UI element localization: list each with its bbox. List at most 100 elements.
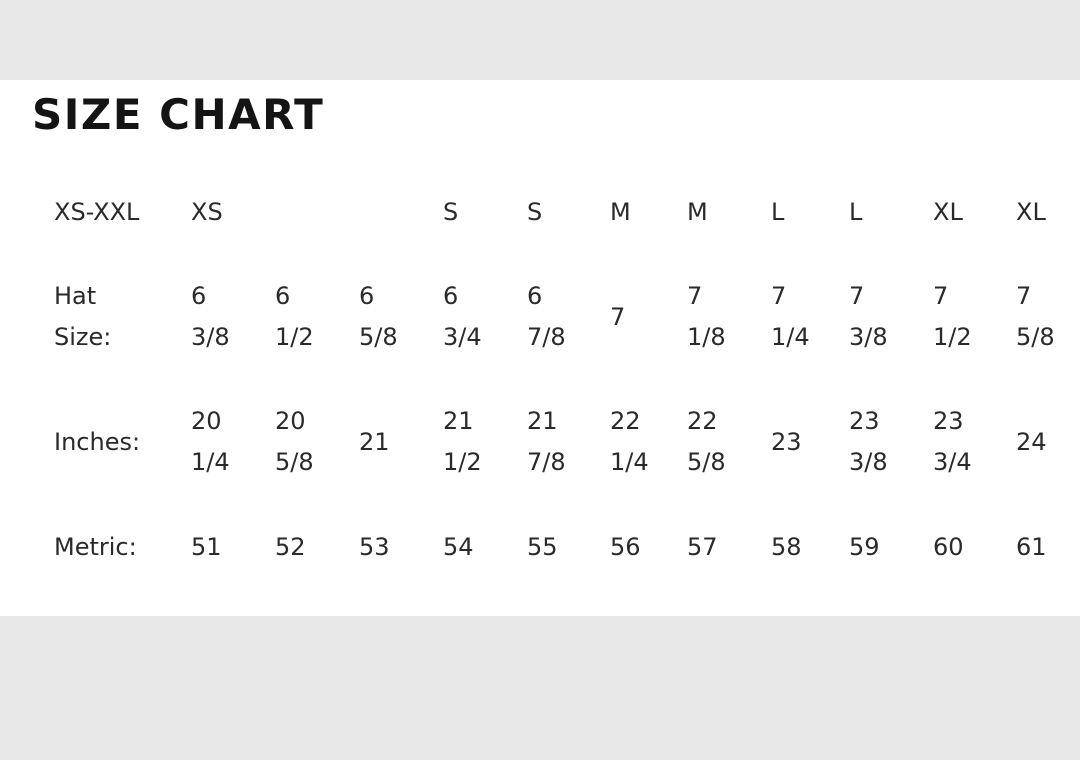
metric-cell: 61 bbox=[1016, 527, 1047, 568]
size-cell: S bbox=[443, 192, 458, 233]
metric-row-label: Metric: bbox=[54, 527, 137, 568]
metric-cell: 51 bbox=[191, 527, 222, 568]
size-row-label: XS-XXL bbox=[54, 192, 139, 233]
inches-cell: 22 1/4 bbox=[610, 401, 649, 483]
cell-line: 1/4 bbox=[191, 448, 230, 476]
cell-line: Metric: bbox=[54, 532, 137, 561]
cell-line: 52 bbox=[275, 532, 306, 561]
inches-cell: 21 7/8 bbox=[527, 401, 566, 483]
metric-cell: 56 bbox=[610, 527, 641, 568]
cell-line: M bbox=[687, 197, 708, 226]
inches-row-label: Inches: bbox=[54, 422, 140, 463]
cell-line: 21 bbox=[443, 407, 474, 435]
cell-line: Hat bbox=[54, 282, 97, 310]
hat-size-cell: 7 1/4 bbox=[771, 276, 810, 358]
cell-line: 7 bbox=[933, 282, 949, 310]
hat-size-cell: 7 1/8 bbox=[687, 276, 726, 358]
inches-cell: 22 5/8 bbox=[687, 401, 726, 483]
cell-line: 1/4 bbox=[771, 323, 810, 351]
cell-line: 1/4 bbox=[610, 448, 649, 476]
inches-cell: 24 bbox=[1016, 422, 1047, 463]
metric-cell: 60 bbox=[933, 527, 964, 568]
hat-row-label: Hat Size: bbox=[54, 276, 111, 358]
cell-line: 53 bbox=[359, 532, 390, 561]
size-cell: M bbox=[687, 192, 708, 233]
metric-cell: 52 bbox=[275, 527, 306, 568]
cell-line: 7/8 bbox=[527, 448, 566, 476]
cell-line: 3/4 bbox=[933, 448, 972, 476]
cell-line: 5/8 bbox=[687, 448, 726, 476]
cell-line: 3/8 bbox=[849, 323, 888, 351]
cell-line: 21 bbox=[527, 407, 558, 435]
cell-line: 7 bbox=[849, 282, 865, 310]
cell-line: 23 bbox=[849, 407, 880, 435]
cell-line: 7 bbox=[771, 282, 787, 310]
cell-line: 5/8 bbox=[359, 323, 398, 351]
cell-line: 59 bbox=[849, 532, 880, 561]
metric-cell: 53 bbox=[359, 527, 390, 568]
metric-cell: 59 bbox=[849, 527, 880, 568]
cell-line: XS bbox=[191, 197, 223, 226]
cell-line: 1/8 bbox=[687, 323, 726, 351]
size-chart-panel: SIZE CHART XS-XXL XS S S M M L L XL XL Hat Size: 6 3/… bbox=[0, 80, 1080, 616]
cell-line: 7 bbox=[687, 282, 703, 310]
cell-line: 6 bbox=[443, 282, 459, 310]
hat-size-cell: 7 5/8 bbox=[1016, 276, 1055, 358]
cell-line: XL bbox=[1016, 197, 1046, 226]
cell-line: 7 bbox=[610, 302, 626, 331]
cell-line: 3/4 bbox=[443, 323, 482, 351]
cell-line: 23 bbox=[771, 427, 802, 456]
cell-line: 24 bbox=[1016, 427, 1047, 456]
cell-line: S bbox=[443, 197, 459, 226]
cell-line: 21 bbox=[359, 427, 390, 456]
inches-cell: 23 3/4 bbox=[933, 401, 972, 483]
size-cell: XL bbox=[933, 192, 963, 233]
cell-line: M bbox=[610, 197, 631, 226]
cell-line: S bbox=[527, 197, 543, 226]
hat-size-cell: 6 7/8 bbox=[527, 276, 566, 358]
cell-line: 1/2 bbox=[933, 323, 972, 351]
cell-line: 55 bbox=[527, 532, 558, 561]
cell-line: 23 bbox=[933, 407, 964, 435]
inches-cell: 20 1/4 bbox=[191, 401, 230, 483]
size-cell: L bbox=[849, 192, 862, 233]
cell-line: 20 bbox=[275, 407, 306, 435]
hat-size-cell: 7 1/2 bbox=[933, 276, 972, 358]
cell-line: L bbox=[849, 197, 863, 226]
hat-size-cell: 6 1/2 bbox=[275, 276, 314, 358]
cell-line: XS-XXL bbox=[54, 197, 140, 226]
cell-line: 58 bbox=[771, 532, 802, 561]
cell-line: 5/8 bbox=[1016, 323, 1055, 351]
cell-line: 57 bbox=[687, 532, 718, 561]
cell-line: 61 bbox=[1016, 532, 1047, 561]
size-cell: M bbox=[610, 192, 631, 233]
cell-line: XL bbox=[933, 197, 963, 226]
hat-size-cell: 6 3/8 bbox=[191, 276, 230, 358]
metric-cell: 58 bbox=[771, 527, 802, 568]
cell-line: 22 bbox=[610, 407, 641, 435]
hat-size-cell: 6 3/4 bbox=[443, 276, 482, 358]
cell-line: 54 bbox=[443, 532, 474, 561]
cell-line: 3/8 bbox=[849, 448, 888, 476]
hat-size-cell: 7 bbox=[610, 297, 625, 338]
cell-line: 56 bbox=[610, 532, 641, 561]
cell-line: Inches: bbox=[54, 427, 141, 456]
cell-line: 7/8 bbox=[527, 323, 566, 351]
size-cell: S bbox=[527, 192, 542, 233]
inches-cell: 21 bbox=[359, 422, 390, 463]
cell-line: 6 bbox=[527, 282, 543, 310]
metric-cell: 57 bbox=[687, 527, 718, 568]
cell-line: L bbox=[771, 197, 785, 226]
cell-line: 5/8 bbox=[275, 448, 314, 476]
hat-size-cell: 7 3/8 bbox=[849, 276, 888, 358]
cell-line: 6 bbox=[191, 282, 207, 310]
cell-line: 20 bbox=[191, 407, 222, 435]
metric-cell: 54 bbox=[443, 527, 474, 568]
cell-line: 3/8 bbox=[191, 323, 230, 351]
inches-cell: 23 3/8 bbox=[849, 401, 888, 483]
hat-size-cell: 6 5/8 bbox=[359, 276, 398, 358]
cell-line: 60 bbox=[933, 532, 964, 561]
cell-line: 7 bbox=[1016, 282, 1032, 310]
cell-line: 6 bbox=[275, 282, 291, 310]
inches-cell: 20 5/8 bbox=[275, 401, 314, 483]
